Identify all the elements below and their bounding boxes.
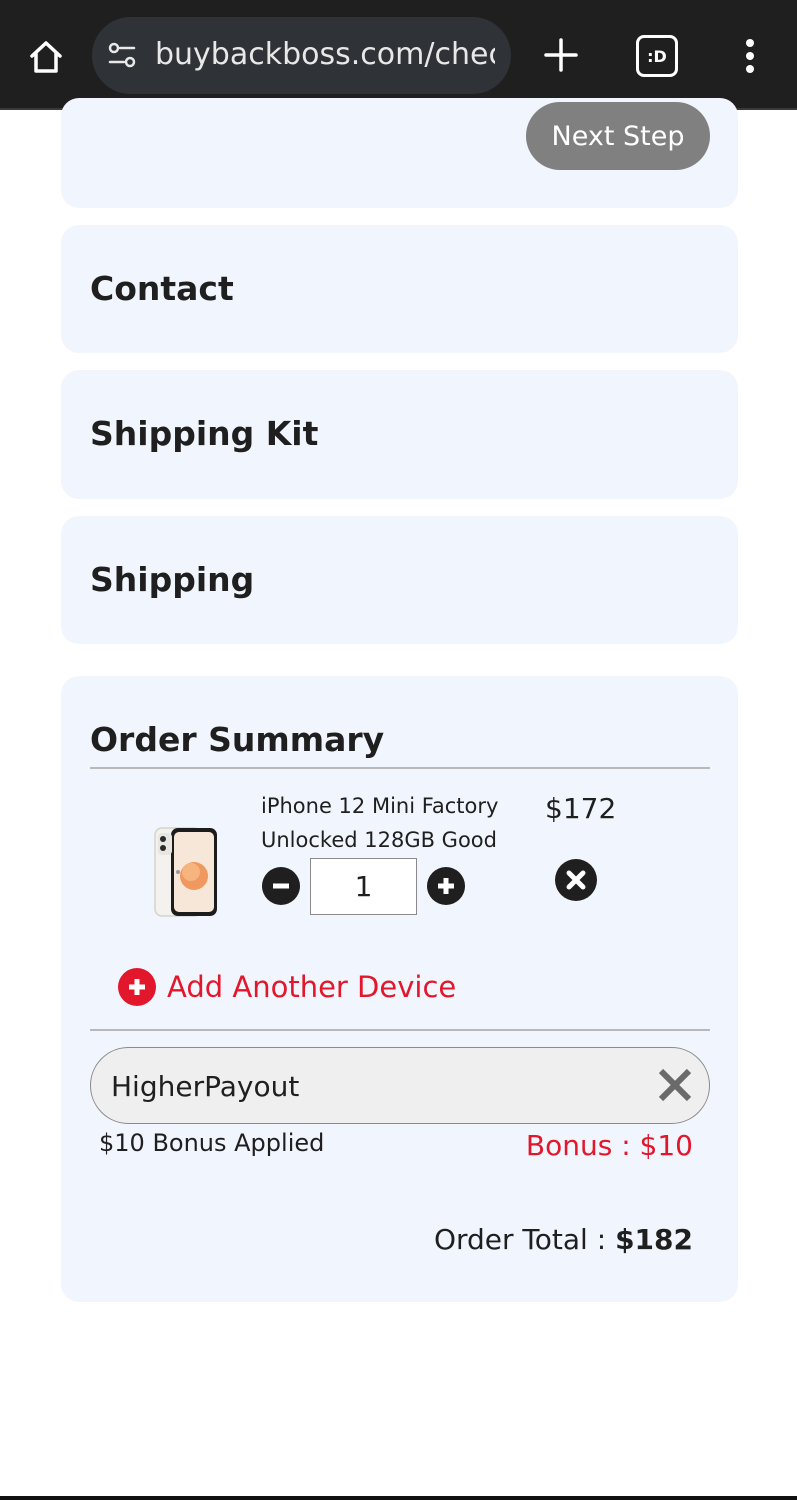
promo-code-input[interactable] bbox=[111, 1066, 631, 1106]
increase-quantity-button[interactable] bbox=[427, 867, 465, 905]
product-image bbox=[154, 827, 217, 917]
browser-toolbar: buybackboss.com/checkout :D bbox=[0, 0, 797, 110]
order-summary-card: Order Summary iPhone 12 Mini Factory Unl… bbox=[61, 676, 738, 1302]
promo-code-field[interactable] bbox=[90, 1047, 710, 1124]
bonus-amount: Bonus : $10 bbox=[525, 1129, 693, 1162]
bonus-applied-text: $10 Bonus Applied bbox=[99, 1129, 325, 1157]
tune-icon bbox=[108, 42, 136, 68]
order-total: Order Total : $182 bbox=[434, 1223, 693, 1256]
add-another-device-button[interactable]: Add Another Device bbox=[118, 967, 456, 1007]
decrease-quantity-button[interactable] bbox=[262, 867, 300, 905]
current-step-card: Next Step bbox=[61, 98, 738, 208]
shipping-section[interactable]: Shipping bbox=[61, 516, 738, 644]
quantity-input[interactable] bbox=[310, 858, 417, 915]
home-icon bbox=[30, 41, 62, 73]
browser-menu-button[interactable] bbox=[730, 32, 770, 80]
url-text[interactable]: buybackboss.com/checkout bbox=[155, 39, 495, 71]
remove-item-button[interactable] bbox=[555, 859, 597, 901]
divider bbox=[90, 1029, 710, 1031]
order-total-value: $182 bbox=[615, 1223, 693, 1256]
order-total-label: Order Total : bbox=[433, 1223, 616, 1256]
home-button[interactable] bbox=[22, 33, 70, 81]
product-name: iPhone 12 Mini Factory Unlocked 128GB Go… bbox=[261, 794, 499, 852]
add-another-device-label: Add Another Device bbox=[167, 970, 457, 1004]
shipping-kit-section[interactable]: Shipping Kit bbox=[61, 370, 738, 499]
contact-section[interactable]: Contact bbox=[61, 225, 738, 353]
shipping-kit-section-title: Shipping Kit bbox=[90, 414, 319, 453]
new-tab-button[interactable] bbox=[536, 30, 586, 80]
more-vert-icon bbox=[746, 39, 754, 73]
close-icon bbox=[566, 870, 586, 890]
plus-icon bbox=[438, 878, 454, 894]
product-price: $172 bbox=[545, 792, 617, 825]
close-icon bbox=[658, 1068, 692, 1102]
site-settings-button[interactable] bbox=[104, 37, 140, 73]
minus-icon bbox=[273, 883, 289, 889]
shipping-section-title: Shipping bbox=[90, 560, 255, 599]
system-navigation-bar bbox=[0, 1496, 797, 1500]
add-circle-icon bbox=[118, 968, 156, 1006]
next-step-button[interactable]: Next Step bbox=[526, 102, 710, 170]
contact-section-title: Contact bbox=[90, 269, 234, 308]
order-summary-title: Order Summary bbox=[90, 720, 385, 759]
plus-icon bbox=[544, 38, 578, 72]
tab-switcher-button[interactable]: :D bbox=[636, 35, 678, 77]
divider bbox=[90, 767, 710, 769]
address-bar[interactable]: buybackboss.com/checkout bbox=[92, 17, 511, 94]
clear-promo-button[interactable] bbox=[655, 1065, 695, 1105]
